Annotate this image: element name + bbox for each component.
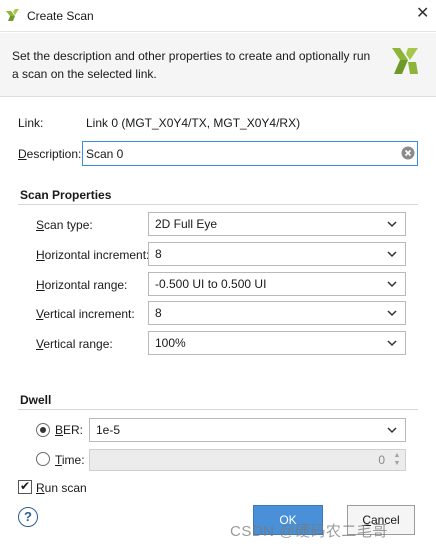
description-label-rest: escription:: [26, 147, 82, 161]
vertical-range-value: 100%: [155, 336, 186, 350]
title-bar: Create Scan ✕: [0, 0, 436, 32]
chevron-down-icon: [387, 310, 397, 317]
run-scan-label: Run scan: [36, 481, 87, 495]
time-mnemonic: T: [55, 453, 62, 467]
ber-label: BER:: [55, 423, 83, 437]
run-scan-checkbox[interactable]: ✔: [18, 479, 32, 494]
scan-type-mnemonic: S: [36, 218, 45, 232]
link-label: Link:: [18, 116, 44, 130]
vertical-range-select[interactable]: 100%: [148, 331, 406, 355]
description-label: Description:: [18, 147, 81, 161]
dialog-header: Set the description and other properties…: [0, 33, 436, 97]
vertical-range-label-rest: ertical range:: [43, 337, 113, 351]
chevron-down-icon: [387, 427, 397, 434]
time-radio[interactable]: [36, 452, 50, 466]
window-title: Create Scan: [27, 9, 94, 23]
checkmark-icon: ✔: [20, 479, 31, 493]
horizontal-increment-label: Horizontal increment:: [36, 248, 149, 262]
horizontal-increment-value: 8: [155, 247, 162, 261]
horizontal-range-select[interactable]: -0.500 UI to 0.500 UI: [148, 272, 406, 296]
horizontal-increment-select[interactable]: 8: [148, 242, 406, 266]
vertical-increment-value: 8: [155, 306, 162, 320]
vertical-increment-label-rest: ertical increment:: [43, 307, 135, 321]
scan-properties-divider: [18, 204, 418, 205]
horizontal-range-label: Horizontal range:: [36, 278, 127, 292]
time-spinner: 0 ▲ ▼: [89, 449, 406, 471]
horizontal-increment-label-rest: orizontal increment:: [44, 248, 150, 262]
vertical-range-label: Vertical range:: [36, 337, 113, 351]
spinner-arrows-icon: ▲ ▼: [393, 452, 401, 467]
run-scan-mnemonic: R: [36, 481, 45, 495]
ber-radio[interactable]: [36, 423, 50, 437]
vertical-increment-label: Vertical increment:: [36, 307, 135, 321]
close-icon[interactable]: ✕: [416, 6, 429, 22]
chevron-down-icon: [387, 281, 397, 288]
ber-value: 1e-5: [96, 423, 121, 437]
chevron-down-icon: [387, 251, 397, 258]
horizontal-increment-mnemonic: H: [36, 248, 45, 262]
clear-field-icon[interactable]: [401, 146, 415, 160]
horizontal-range-mnemonic: H: [36, 278, 45, 292]
horizontal-range-label-rest: orizontal range:: [44, 278, 128, 292]
scan-properties-title: Scan Properties: [20, 188, 112, 202]
brand-logo-icon: [392, 48, 418, 74]
description-mnemonic: D: [18, 147, 27, 161]
help-button[interactable]: ?: [18, 507, 38, 527]
horizontal-range-value: -0.500 UI to 0.500 UI: [155, 277, 267, 291]
run-scan-label-rest: un scan: [44, 481, 87, 495]
watermark-text: CSDN @硬码农二毛哥: [230, 523, 388, 540]
time-label: Time:: [55, 453, 85, 467]
dwell-title: Dwell: [20, 393, 52, 407]
link-value: Link 0 (MGT_X0Y4/TX, MGT_X0Y4/RX): [86, 116, 301, 130]
scan-type-value: 2D Full Eye: [155, 217, 218, 231]
scan-type-label-rest: can type:: [44, 218, 93, 232]
ber-select[interactable]: 1e-5: [89, 418, 406, 442]
header-description: Set the description and other properties…: [12, 49, 371, 81]
scan-type-label: Scan type:: [36, 218, 93, 232]
time-label-rest: ime:: [61, 453, 85, 467]
vertical-increment-select[interactable]: 8: [148, 301, 406, 325]
chevron-down-icon: [387, 221, 397, 228]
app-logo-icon: [6, 9, 19, 21]
chevron-down-icon: [387, 340, 397, 347]
ber-mnemonic: B: [55, 423, 64, 437]
scan-type-select[interactable]: 2D Full Eye: [148, 212, 406, 236]
dwell-divider: [18, 409, 418, 410]
ber-label-rest: ER:: [63, 423, 84, 437]
description-input[interactable]: [82, 141, 418, 166]
time-value: 0: [378, 453, 385, 467]
